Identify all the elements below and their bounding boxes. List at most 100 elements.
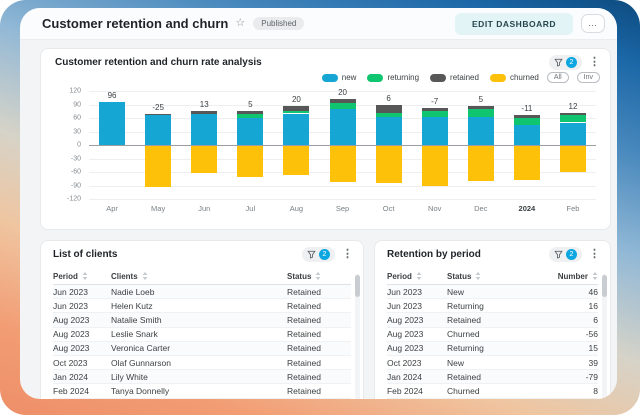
bar-segment-new[interactable] — [560, 123, 586, 146]
bar-segment-new[interactable] — [237, 118, 263, 145]
table-row[interactable]: Jun 2023Helen KutzRetained — [53, 299, 351, 313]
bar-segment-returning[interactable] — [514, 118, 540, 125]
bar-segment-new[interactable] — [99, 102, 125, 145]
table-head-right: PeriodStatusNumber — [387, 268, 598, 285]
star-icon[interactable]: ☆ — [235, 18, 245, 29]
bar-segment-retained[interactable] — [237, 111, 263, 113]
chart-legend-row: new returning retained churned All Inv — [322, 72, 600, 83]
bar-segment-churned[interactable] — [422, 145, 448, 186]
chart-filter-button[interactable]: 2 — [549, 55, 582, 70]
more-options-button[interactable]: … — [581, 14, 605, 33]
table-filter-button[interactable]: 2 — [549, 247, 582, 262]
bar-segment-returning[interactable] — [283, 111, 309, 114]
filter-count-badge: 2 — [566, 249, 577, 260]
bar-segment-returning[interactable] — [468, 109, 494, 118]
x-tick-label: Sep — [319, 204, 365, 213]
table-row[interactable]: Jan 2024Lily WhiteRetained — [53, 370, 351, 384]
table-scrollbar[interactable] — [602, 274, 607, 399]
table-cell: Nadie Loeb — [111, 287, 287, 297]
table-row[interactable]: Jan 2024Retained-79 — [387, 370, 598, 384]
bar-segment-churned[interactable] — [191, 145, 217, 173]
column-header[interactable]: Status — [447, 272, 548, 281]
table-row[interactable]: Feb 2024Churned8 — [387, 384, 598, 398]
bar-segment-retained[interactable] — [468, 106, 494, 108]
bar-segment-churned[interactable] — [514, 145, 540, 180]
table-filter-button[interactable]: 2 — [302, 247, 335, 262]
column-header[interactable]: Period — [387, 272, 447, 281]
y-tick-label: 60 — [73, 115, 81, 122]
legend-all-button[interactable]: All — [547, 72, 569, 83]
bar-segment-churned[interactable] — [376, 145, 402, 183]
table-row[interactable]: Aug 2023Natalie SmithRetained — [53, 313, 351, 327]
table-row[interactable]: Oct 2023New39 — [387, 356, 598, 370]
bar-segment-churned[interactable] — [145, 145, 171, 187]
table-cell: Retained — [287, 358, 351, 368]
gradient-frame: Customer retention and churn ☆ Published… — [0, 0, 640, 415]
bar-segment-retained[interactable] — [560, 113, 586, 115]
bar-segment-retained[interactable] — [330, 99, 356, 103]
bar-segment-new[interactable] — [145, 115, 171, 145]
table-row[interactable]: Aug 2023Returning15 — [387, 342, 598, 356]
bar-segment-retained[interactable] — [422, 108, 448, 111]
table-row[interactable]: May 2023New-76 — [387, 399, 598, 400]
x-tick-label: Dec — [458, 204, 504, 213]
bar-segment-new[interactable] — [514, 125, 540, 145]
bar-segment-retained[interactable] — [145, 114, 171, 115]
legend-item-returning[interactable]: returning — [367, 73, 419, 82]
table-row[interactable]: Aug 2023Leslie SnarkRetained — [53, 328, 351, 342]
chart-plot: 1209060300-30-60-90-120 96-2513520206-75… — [89, 91, 596, 199]
column-header[interactable]: Status — [287, 272, 351, 281]
table-menu-button[interactable]: ⋮ — [589, 249, 600, 260]
scrollbar-thumb[interactable] — [602, 275, 607, 297]
edit-dashboard-button[interactable]: EDIT DASHBOARD — [455, 13, 573, 35]
bar-segment-new[interactable] — [422, 117, 448, 145]
bar-segment-retained[interactable] — [191, 111, 217, 114]
table-row[interactable]: May 2023Max Stokes (5% discount)Retained — [53, 399, 351, 400]
bar-segment-returning[interactable] — [237, 114, 263, 118]
table-row[interactable]: Aug 2023Retained6 — [387, 313, 598, 327]
dashboard-panel: Customer retention and churn ☆ Published… — [20, 8, 617, 399]
scrollbar-thumb[interactable] — [355, 275, 360, 297]
bar-segment-churned[interactable] — [283, 145, 309, 175]
bar-segment-churned[interactable] — [237, 145, 263, 177]
chart-menu-button[interactable]: ⋮ — [589, 57, 600, 68]
table-cell: Lily White — [111, 372, 287, 382]
column-header[interactable]: Clients — [111, 272, 287, 281]
bar-segment-churned[interactable] — [560, 145, 586, 172]
table-row[interactable]: Feb 2024Tanya DonnellyRetained — [53, 384, 351, 398]
legend-inv-button[interactable]: Inv — [577, 72, 600, 83]
bar-segment-new[interactable] — [376, 117, 402, 145]
bar-segment-returning[interactable] — [376, 113, 402, 118]
bar-segment-returning[interactable] — [560, 115, 586, 123]
x-tick-label: Feb — [550, 204, 596, 213]
bar-segment-returning[interactable] — [330, 103, 356, 110]
bar-segment-churned[interactable] — [330, 145, 356, 182]
table-row[interactable]: Jun 2023Nadie LoebRetained — [53, 285, 351, 299]
bar-segment-new[interactable] — [283, 114, 309, 146]
bar-segment-retained[interactable] — [283, 106, 309, 111]
bar-segment-new[interactable] — [330, 109, 356, 145]
table-menu-button[interactable]: ⋮ — [342, 249, 353, 260]
legend-item-new[interactable]: new — [322, 73, 357, 82]
table-row[interactable]: Aug 2023Churned-56 — [387, 328, 598, 342]
bar-segment-churned[interactable] — [468, 145, 494, 181]
bar-segment-retained[interactable] — [376, 105, 402, 113]
table-row[interactable]: Oct 2023Olaf GunnarsonRetained — [53, 356, 351, 370]
sort-icon — [475, 272, 481, 280]
column-header[interactable]: Period — [53, 272, 111, 281]
table-cell: Retained — [447, 315, 548, 325]
table-row[interactable]: Jun 2023Returning16 — [387, 299, 598, 313]
bar-segment-new[interactable] — [191, 114, 217, 145]
legend-item-churned[interactable]: churned — [490, 73, 539, 82]
legend-item-retained[interactable]: retained — [430, 73, 479, 82]
bar-segment-returning[interactable] — [422, 111, 448, 117]
table-scrollbar[interactable] — [355, 274, 360, 399]
column-header[interactable]: Number — [548, 272, 598, 281]
sort-icon — [142, 272, 148, 280]
bar-segment-retained[interactable] — [514, 115, 540, 118]
table-row[interactable]: Jun 2023New46 — [387, 285, 598, 299]
bar-total-label: 5 — [458, 95, 504, 104]
legend-swatch — [322, 74, 338, 82]
bar-segment-new[interactable] — [468, 117, 494, 145]
table-row[interactable]: Aug 2023Veronica CarterRetained — [53, 342, 351, 356]
